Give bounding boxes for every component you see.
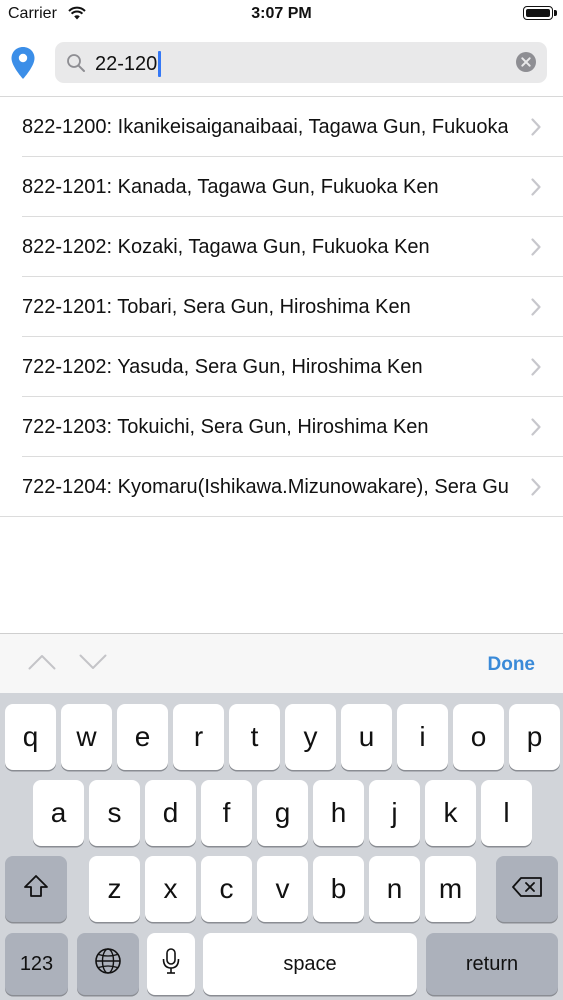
key-r[interactable]: r bbox=[173, 704, 224, 770]
space-key[interactable]: space bbox=[203, 933, 417, 995]
globe-key[interactable] bbox=[77, 933, 139, 995]
key-v[interactable]: v bbox=[257, 856, 308, 922]
search-bar: 22-120 bbox=[0, 30, 563, 97]
location-pin-icon[interactable] bbox=[10, 46, 36, 85]
key-z[interactable]: z bbox=[89, 856, 140, 922]
key-a[interactable]: a bbox=[33, 780, 84, 846]
key-g[interactable]: g bbox=[257, 780, 308, 846]
chevron-up-icon[interactable] bbox=[28, 654, 56, 675]
key-t[interactable]: t bbox=[229, 704, 280, 770]
status-bar: Carrier 3:07 PM bbox=[0, 0, 563, 30]
key-b[interactable]: b bbox=[313, 856, 364, 922]
search-field[interactable]: 22-120 bbox=[55, 42, 547, 83]
list-item[interactable]: 822-1202: Kozaki, Tagawa Gun, Fukuoka Ke… bbox=[0, 217, 563, 277]
chevron-right-icon bbox=[531, 118, 541, 141]
key-c[interactable]: c bbox=[201, 856, 252, 922]
list-item[interactable]: 822-1200: Ikanikeisaiganaibaai, Tagawa G… bbox=[0, 97, 563, 157]
key-k[interactable]: k bbox=[425, 780, 476, 846]
done-button[interactable]: Done bbox=[488, 654, 536, 676]
key-x[interactable]: x bbox=[145, 856, 196, 922]
list-item[interactable]: 722-1204: Kyomaru(Ishikawa.Mizunowakare)… bbox=[0, 457, 563, 517]
list-item[interactable]: 722-1202: Yasuda, Sera Gun, Hiroshima Ke… bbox=[0, 337, 563, 397]
key-m[interactable]: m bbox=[425, 856, 476, 922]
globe-icon bbox=[94, 947, 122, 982]
list-item-label: 722-1204: Kyomaru(Ishikawa.Mizunowakare)… bbox=[22, 475, 508, 498]
key-h[interactable]: h bbox=[313, 780, 364, 846]
chevron-right-icon bbox=[531, 478, 541, 501]
chevron-right-icon bbox=[531, 298, 541, 321]
backspace-icon bbox=[511, 873, 543, 905]
key-o[interactable]: o bbox=[453, 704, 504, 770]
delete-key[interactable] bbox=[496, 856, 558, 922]
key-s[interactable]: s bbox=[89, 780, 140, 846]
results-list: 822-1200: Ikanikeisaiganaibaai, Tagawa G… bbox=[0, 97, 563, 517]
clear-circle-icon[interactable] bbox=[516, 52, 536, 72]
keyboard: q w e r t y u i o p a s d f g h j k l z … bbox=[0, 693, 563, 1000]
list-item-label: 822-1200: Ikanikeisaiganaibaai, Tagawa G… bbox=[22, 115, 508, 138]
key-e[interactable]: e bbox=[117, 704, 168, 770]
key-u[interactable]: u bbox=[341, 704, 392, 770]
key-l[interactable]: l bbox=[481, 780, 532, 846]
microphone-icon bbox=[161, 947, 181, 982]
shift-key[interactable] bbox=[5, 856, 67, 922]
key-d[interactable]: d bbox=[145, 780, 196, 846]
list-item-label: 722-1201: Tobari, Sera Gun, Hiroshima Ke… bbox=[22, 295, 411, 318]
numbers-key[interactable]: 123 bbox=[5, 933, 68, 995]
magnifier-icon bbox=[66, 53, 86, 78]
key-q[interactable]: q bbox=[5, 704, 56, 770]
key-j[interactable]: j bbox=[369, 780, 420, 846]
search-input[interactable]: 22-120 bbox=[95, 51, 162, 77]
list-item[interactable]: 822-1201: Kanada, Tagawa Gun, Fukuoka Ke… bbox=[0, 157, 563, 217]
key-p[interactable]: p bbox=[509, 704, 560, 770]
keyboard-accessory-bar: Done bbox=[0, 633, 563, 693]
list-item-label: 722-1202: Yasuda, Sera Gun, Hiroshima Ke… bbox=[22, 355, 423, 378]
list-item[interactable]: 722-1203: Tokuichi, Sera Gun, Hiroshima … bbox=[0, 397, 563, 457]
return-key[interactable]: return bbox=[426, 933, 558, 995]
list-item-label: 822-1202: Kozaki, Tagawa Gun, Fukuoka Ke… bbox=[22, 235, 430, 258]
chevron-right-icon bbox=[531, 238, 541, 261]
chevron-right-icon bbox=[531, 358, 541, 381]
chevron-right-icon bbox=[531, 178, 541, 201]
key-f[interactable]: f bbox=[201, 780, 252, 846]
list-item-label: 722-1203: Tokuichi, Sera Gun, Hiroshima … bbox=[22, 415, 429, 438]
chevron-right-icon bbox=[531, 418, 541, 441]
chevron-down-icon[interactable] bbox=[79, 654, 107, 675]
list-item[interactable]: 722-1201: Tobari, Sera Gun, Hiroshima Ke… bbox=[0, 277, 563, 337]
text-caret bbox=[158, 51, 162, 77]
key-y[interactable]: y bbox=[285, 704, 336, 770]
battery-icon bbox=[523, 6, 557, 20]
key-w[interactable]: w bbox=[61, 704, 112, 770]
list-item-label: 822-1201: Kanada, Tagawa Gun, Fukuoka Ke… bbox=[22, 175, 439, 198]
key-n[interactable]: n bbox=[369, 856, 420, 922]
clock: 3:07 PM bbox=[251, 5, 312, 22]
dictation-key[interactable] bbox=[147, 933, 195, 995]
key-i[interactable]: i bbox=[397, 704, 448, 770]
shift-icon bbox=[23, 873, 49, 905]
